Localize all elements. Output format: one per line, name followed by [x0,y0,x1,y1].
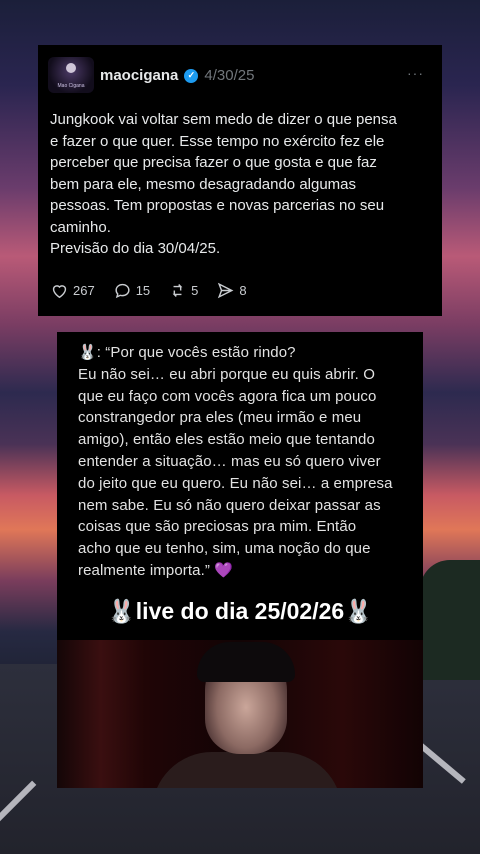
quote-line: entender a situação… mas eu só quero viv… [78,452,381,470]
verified-badge-icon: ✓ [184,68,199,83]
repost-icon [172,284,183,297]
more-options-icon[interactable]: ··· [407,65,424,81]
tweet-body: Jungkook vai voltar sem medo de dizer o … [50,109,430,260]
reply-count: 15 [135,283,151,298]
quote-line: realmente importa.” 💜 [78,561,233,579]
tweet-card[interactable]: Mao Cigana maocigana ✓ 4/30/25 ··· Jungk… [38,45,442,316]
avatar-caption: Mao Cigana [57,83,85,89]
road-line [0,780,37,828]
repost-button[interactable]: 5 [168,281,198,300]
quote-line: coisas que são preciosas pra mim. Então [78,518,357,536]
tweet-line: Previsão do dia 30/04/25. [50,240,221,257]
heart-icon [52,285,67,299]
tweet-line: perceber que precisa fazer o que gosta e… [50,154,377,171]
avatar[interactable]: Mao Cigana [48,57,94,93]
quote-line: 🐰: “Por que vocês estão rindo? [78,344,296,361]
tweet-line: caminho. [50,218,111,236]
person-hair [197,642,295,682]
like-button[interactable]: 267 [50,281,95,300]
tweet-line: bem para ele, mesmo desagradando algumas [50,175,357,193]
share-count: 8 [239,283,247,298]
quote-body: 🐰: “Por que vocês estão rindo? Eu não se… [78,342,410,582]
tweet-line: e fazer o que quer. Esse tempo no exérci… [50,132,385,150]
quote-line: Eu não sei… eu abri porque eu quis abrir… [78,365,375,383]
tweet-line: Jungkook vai voltar sem medo de dizer o … [50,111,397,128]
quote-card: 🐰: “Por que vocês estão rindo? Eu não se… [57,332,423,788]
video-thumbnail[interactable] [57,640,423,788]
tree-silhouette [420,560,480,680]
quote-line: amigo), então eles estão meio que tentan… [78,431,375,449]
tweet-line: pessoas. Tem propostas e novas parcerias… [50,197,385,214]
tweet-header: maocigana ✓ 4/30/25 [100,67,254,84]
reply-bubble-icon [115,283,130,299]
share-button[interactable]: 8 [216,281,247,300]
quote-line: do jeito que eu quero. Eu não sei… a emp… [78,474,393,492]
tweet-date[interactable]: 4/30/25 [204,67,254,84]
moon-icon [66,63,76,73]
send-icon [218,282,234,299]
quote-line: constrangedor pra eles (meu irmão e meu [78,409,362,427]
quote-line: acho que eu tenho, sim, uma noção do que [78,540,371,558]
quote-line: nem sabe. Eu só não quero deixar passar … [78,496,381,514]
tweet-actions: 267 15 5 8 [50,281,265,300]
live-title: 🐰live do dia 25/02/26🐰 [107,598,373,624]
quote-line: que eu faço com vocês agora fica um pouc… [78,387,377,405]
reply-button[interactable]: 15 [113,281,150,300]
like-count: 267 [73,283,95,298]
repost-count: 5 [191,283,199,298]
person-shoulders [152,752,342,788]
user-handle[interactable]: maocigana [100,67,178,84]
